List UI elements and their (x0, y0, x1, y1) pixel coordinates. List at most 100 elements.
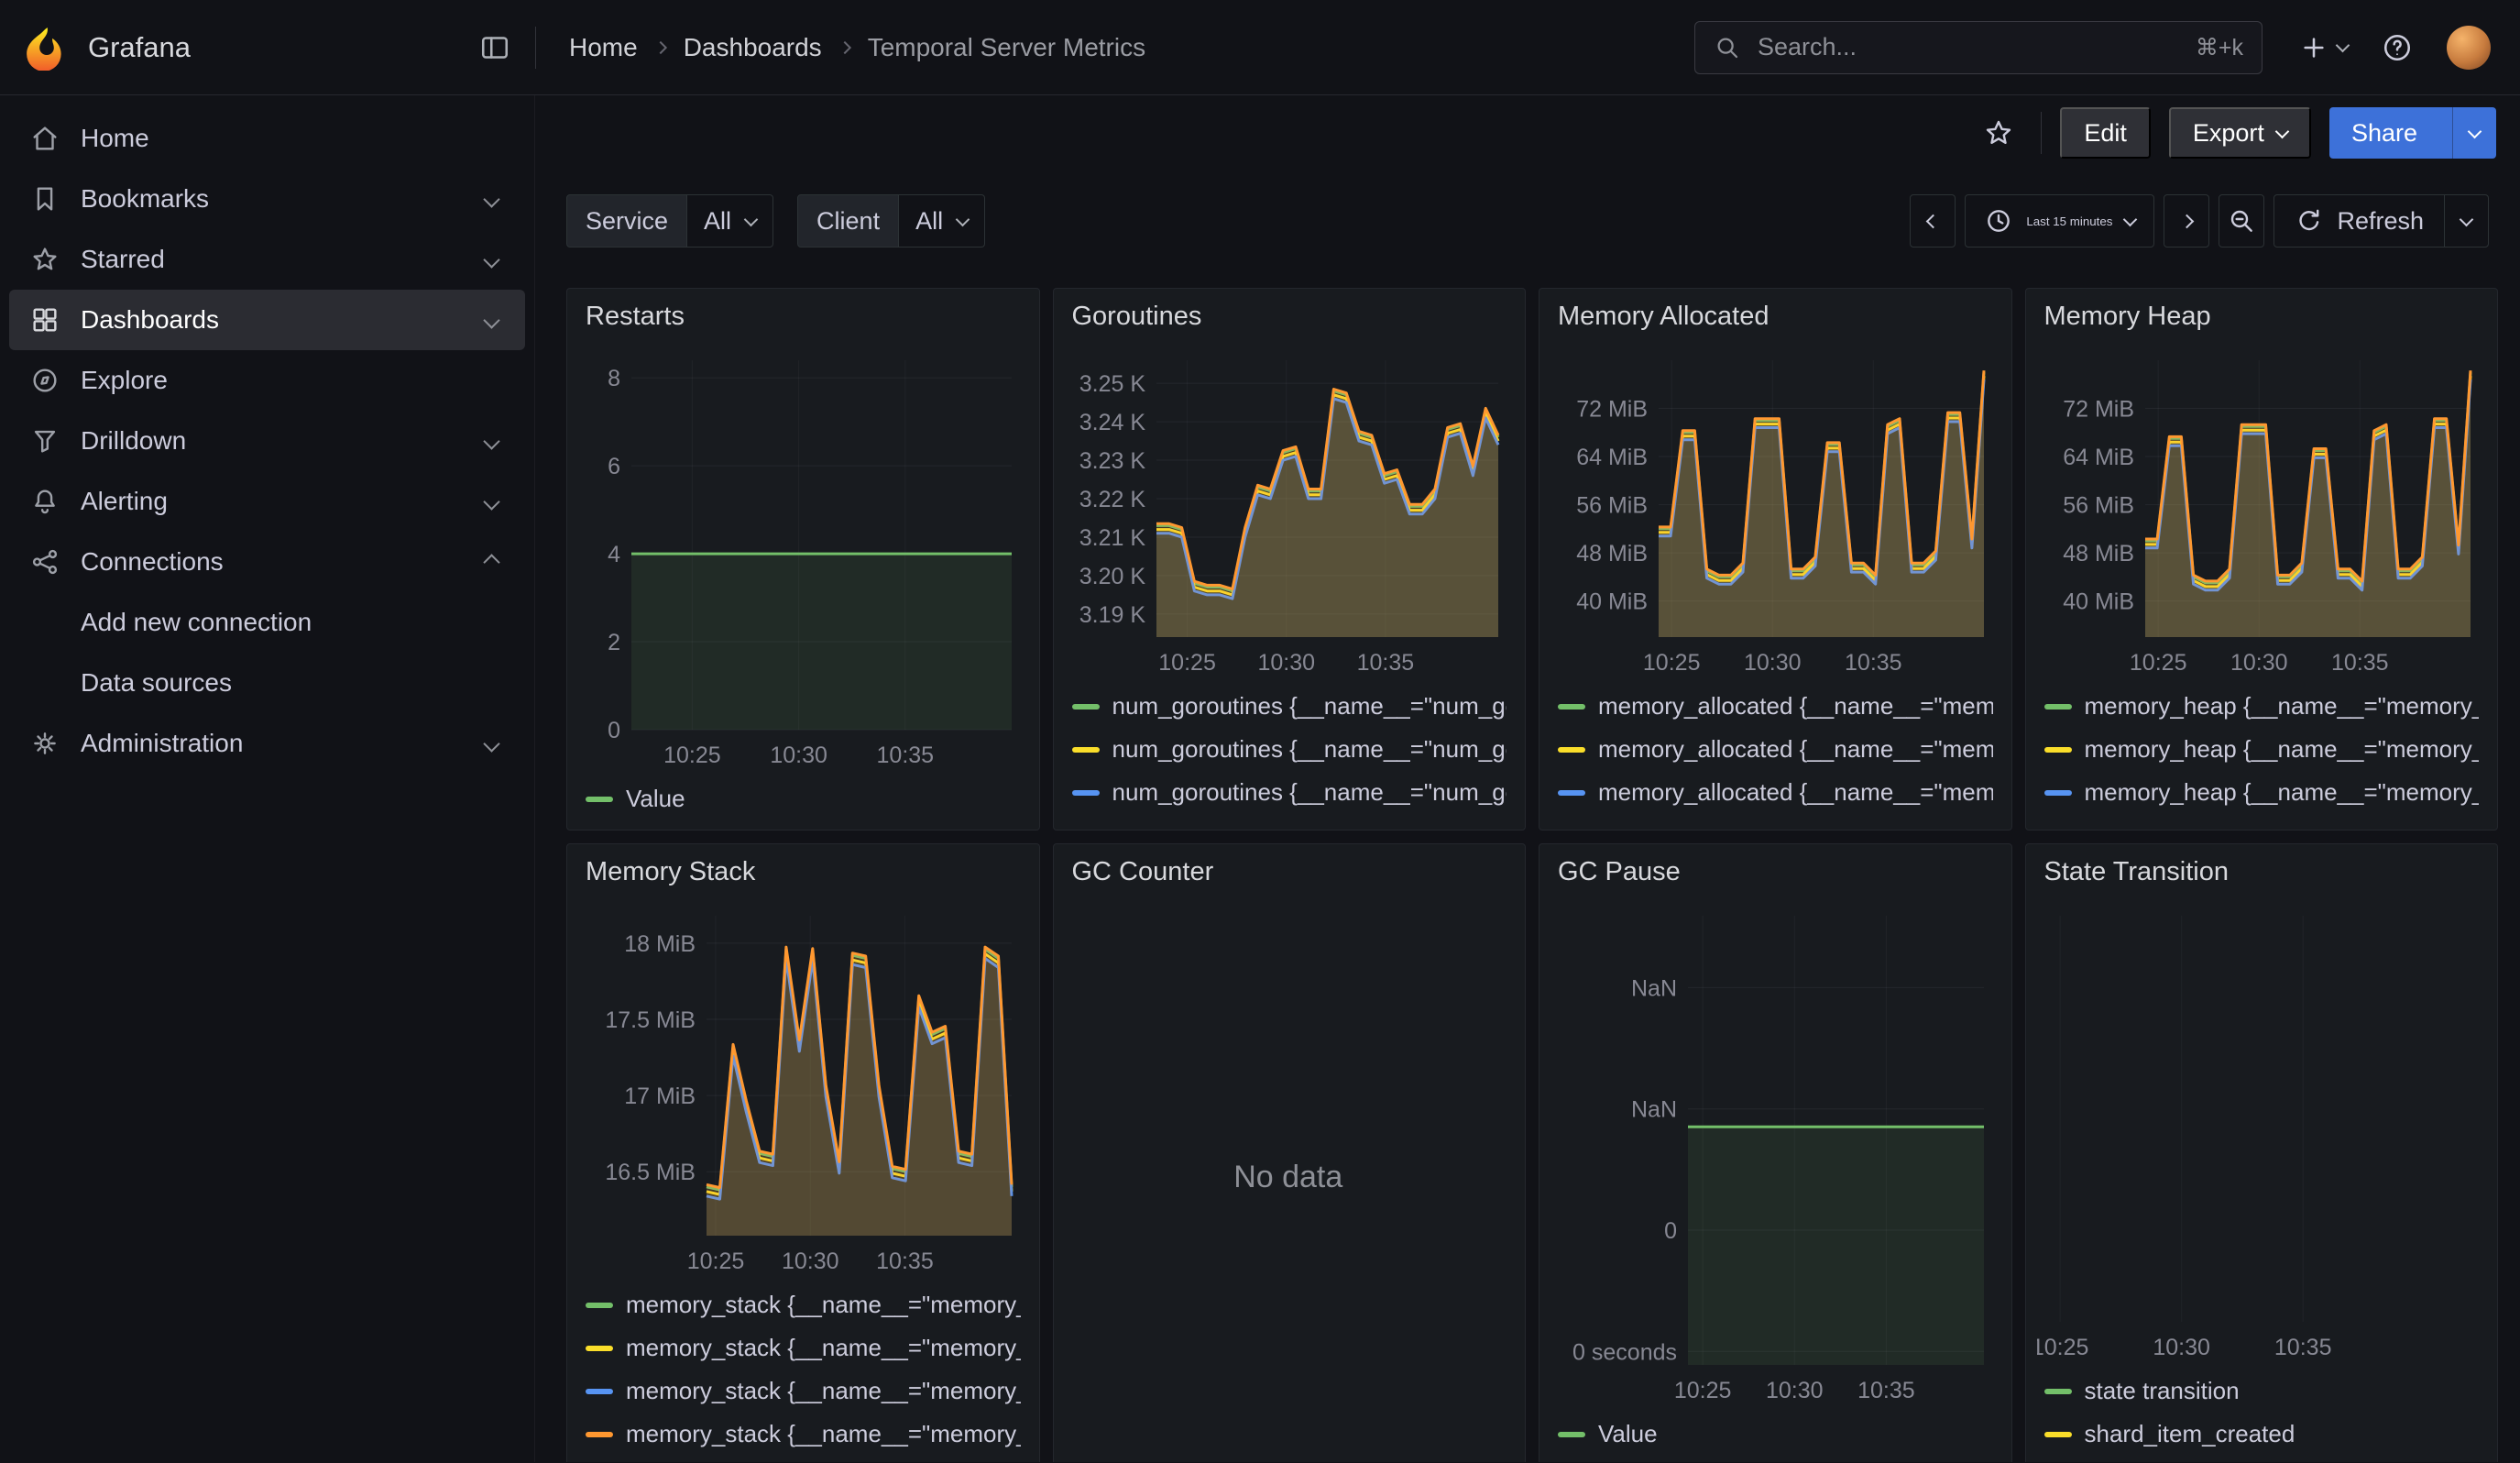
connections-icon (29, 546, 60, 578)
sidebar-item-bookmarks[interactable]: Bookmarks (9, 169, 525, 229)
search-input[interactable] (1756, 32, 2181, 62)
legend-series-label: Value (626, 785, 685, 813)
panel-header-gc-counter[interactable]: GC Counter (1054, 844, 1526, 899)
legend-series-label: memory_allocated {__name__="memo (1598, 778, 1993, 807)
legend-item[interactable]: memory_heap {__name__="memory_h (2044, 771, 2480, 814)
sidebar-item-drilldown[interactable]: Drilldown (9, 411, 525, 471)
add-button[interactable] (2299, 33, 2348, 62)
dashboard-toolbar: Edit Export Share (535, 95, 2520, 170)
top-bar: Grafana Home Dashboards Temporal Server … (0, 0, 2520, 95)
sidebar-item-starred[interactable]: Starred (9, 229, 525, 290)
time-controls: Last 15 minutes (1910, 194, 2489, 248)
chart-memory-allocated[interactable]: 72 MiB64 MiB56 MiB48 MiB40 MiB10:2510:30… (1550, 344, 1999, 681)
refresh-interval-button[interactable] (2444, 195, 2488, 247)
svg-text:10:30: 10:30 (2153, 1335, 2210, 1360)
legend-series-label: memory_stack {__name__="memory_s (626, 1291, 1021, 1319)
time-shift-forward-button[interactable] (2164, 194, 2209, 248)
legend-item[interactable]: state transition (2044, 1370, 2480, 1413)
legend-item[interactable]: memory_heap {__name__="memory_h (2044, 814, 2480, 820)
legend-item[interactable]: num_goroutines {__name__="num_go (1072, 814, 1507, 820)
client-variable-label: Client (797, 194, 899, 248)
panel-memory-heap: Memory Heap72 MiB64 MiB56 MiB48 MiB40 Mi… (2025, 288, 2499, 830)
svg-text:10:35: 10:35 (1356, 650, 1414, 676)
chart-gc-counter[interactable]: No data (1065, 899, 1513, 1456)
zoom-out-button[interactable] (2219, 194, 2264, 248)
legend-item[interactable]: Value (586, 777, 1021, 820)
sidebar-item-alerting[interactable]: Alerting (9, 471, 525, 532)
legend-item[interactable]: memory_allocated {__name__="memo (1558, 728, 1993, 771)
service-variable-label: Service (566, 194, 687, 248)
legend-item[interactable]: memory_allocated {__name__="memo (1558, 814, 1993, 820)
sidebar-toggle-icon[interactable] (478, 31, 511, 64)
svg-text:40 MiB: 40 MiB (2063, 589, 2134, 615)
legend-series-label: num_goroutines {__name__="num_go (1112, 692, 1507, 720)
chevron-right-icon (654, 40, 667, 53)
service-variable-value[interactable]: All (687, 194, 773, 248)
user-avatar[interactable] (2447, 26, 2491, 70)
chevron-down-icon (744, 212, 759, 226)
legend-series-marker (586, 1303, 613, 1308)
svg-text:10:25: 10:25 (687, 1248, 745, 1274)
favorite-star-button[interactable] (1975, 109, 2022, 157)
panel-header-gc-pause[interactable]: GC Pause (1539, 844, 2011, 899)
sidebar-item-administration[interactable]: Administration (9, 713, 525, 774)
sidebar-item-home[interactable]: Home (9, 108, 525, 169)
chart-gc-pause[interactable]: NaNNaN00 seconds10:2510:3010:35 (1550, 899, 1999, 1409)
panel-header-goroutines[interactable]: Goroutines (1054, 289, 1526, 344)
breadcrumb-home[interactable]: Home (569, 33, 638, 62)
panel-header-memory-heap[interactable]: Memory Heap (2026, 289, 2498, 344)
chart-restarts[interactable]: 8642010:2510:3010:35 (578, 344, 1026, 774)
share-button[interactable]: Share (2329, 107, 2439, 159)
chart-memory-stack[interactable]: 18 MiB17.5 MiB17 MiB16.5 MiB10:2510:3010… (578, 899, 1026, 1280)
time-range-picker[interactable]: Last 15 minutes (1965, 194, 2154, 248)
breadcrumb-dashboards[interactable]: Dashboards (684, 33, 822, 62)
legend-item[interactable]: memory_heap {__name__="memory_h (2044, 728, 2480, 771)
compass-icon (29, 365, 60, 396)
legend-item[interactable]: memory_allocated {__name__="memo (1558, 685, 1993, 728)
legend-item[interactable]: memory_stack {__name__="memory_s (586, 1413, 1021, 1456)
legend-item[interactable]: memory_stack {__name__="memory_s (586, 1370, 1021, 1413)
sidebar-item-data-sources[interactable]: Data sources (9, 653, 525, 713)
svg-text:64 MiB: 64 MiB (1576, 445, 1648, 470)
legend-item[interactable]: num_goroutines {__name__="num_go (1072, 771, 1507, 814)
legend-item[interactable]: num_goroutines {__name__="num_go (1072, 728, 1507, 771)
panel-title: State Transition (2044, 857, 2230, 887)
export-button[interactable]: Export (2169, 107, 2311, 159)
legend-series-label: num_goroutines {__name__="num_go (1112, 778, 1507, 807)
panel-header-state-transition[interactable]: State Transition (2026, 844, 2498, 899)
bell-icon (29, 486, 60, 517)
refresh-button[interactable]: Refresh (2274, 195, 2444, 247)
chart-memory-heap[interactable]: 72 MiB64 MiB56 MiB48 MiB40 MiB10:2510:30… (2037, 344, 2485, 681)
panel-header-memory-allocated[interactable]: Memory Allocated (1539, 289, 2011, 344)
chart-goroutines[interactable]: 3.25 K3.24 K3.23 K3.22 K3.21 K3.20 K3.19… (1065, 344, 1513, 681)
legend-series-label: state transition (2085, 1377, 2240, 1405)
search-bar[interactable]: ⌘+k (1694, 21, 2263, 74)
panel-header-restarts[interactable]: Restarts (567, 289, 1039, 344)
legend-item[interactable]: memory_allocated {__name__="memo (1558, 771, 1993, 814)
legend-item[interactable]: num_goroutines {__name__="num_go (1072, 685, 1507, 728)
sidebar-item-dashboards[interactable]: Dashboards (9, 290, 525, 350)
time-shift-back-button[interactable] (1910, 194, 1956, 248)
edit-button[interactable]: Edit (2060, 107, 2151, 159)
chart-state-transition[interactable]: 10:2510:3010:35 (2037, 899, 2485, 1366)
client-variable-value[interactable]: All (899, 194, 985, 248)
sidebar-item-label: Connections (81, 547, 466, 577)
grafana-logo-icon[interactable] (24, 25, 70, 71)
svg-text:0: 0 (608, 718, 620, 743)
legend-item[interactable]: Value (1558, 1413, 1993, 1456)
legend-restarts: Value (578, 774, 1026, 820)
share-menu-button[interactable] (2452, 107, 2496, 159)
legend-item[interactable]: memory_stack {__name__="memory_s (586, 1326, 1021, 1370)
sidebar-item-add-new-connection[interactable]: Add new connection (9, 592, 525, 653)
panel-header-memory-stack[interactable]: Memory Stack (567, 844, 1039, 899)
panel-gc-counter: GC CounterNo data (1053, 843, 1527, 1462)
legend-item[interactable]: shard_item_created (2044, 1413, 2480, 1456)
legend-item[interactable]: memory_heap {__name__="memory_h (2044, 685, 2480, 728)
legend-item[interactable]: memory_stack {__name__="memory_s (586, 1283, 1021, 1326)
panel-grid: Restarts8642010:2510:3010:35 Value Gorouti… (566, 288, 2498, 1462)
panel-state-transition: State Transition 10:2510:3010:35 state tra… (2025, 843, 2499, 1462)
help-icon[interactable] (2381, 31, 2414, 64)
sidebar-nav: HomeBookmarksStarredDashboardsExploreDri… (0, 95, 535, 1462)
sidebar-item-connections[interactable]: Connections (9, 532, 525, 592)
sidebar-item-explore[interactable]: Explore (9, 350, 525, 411)
